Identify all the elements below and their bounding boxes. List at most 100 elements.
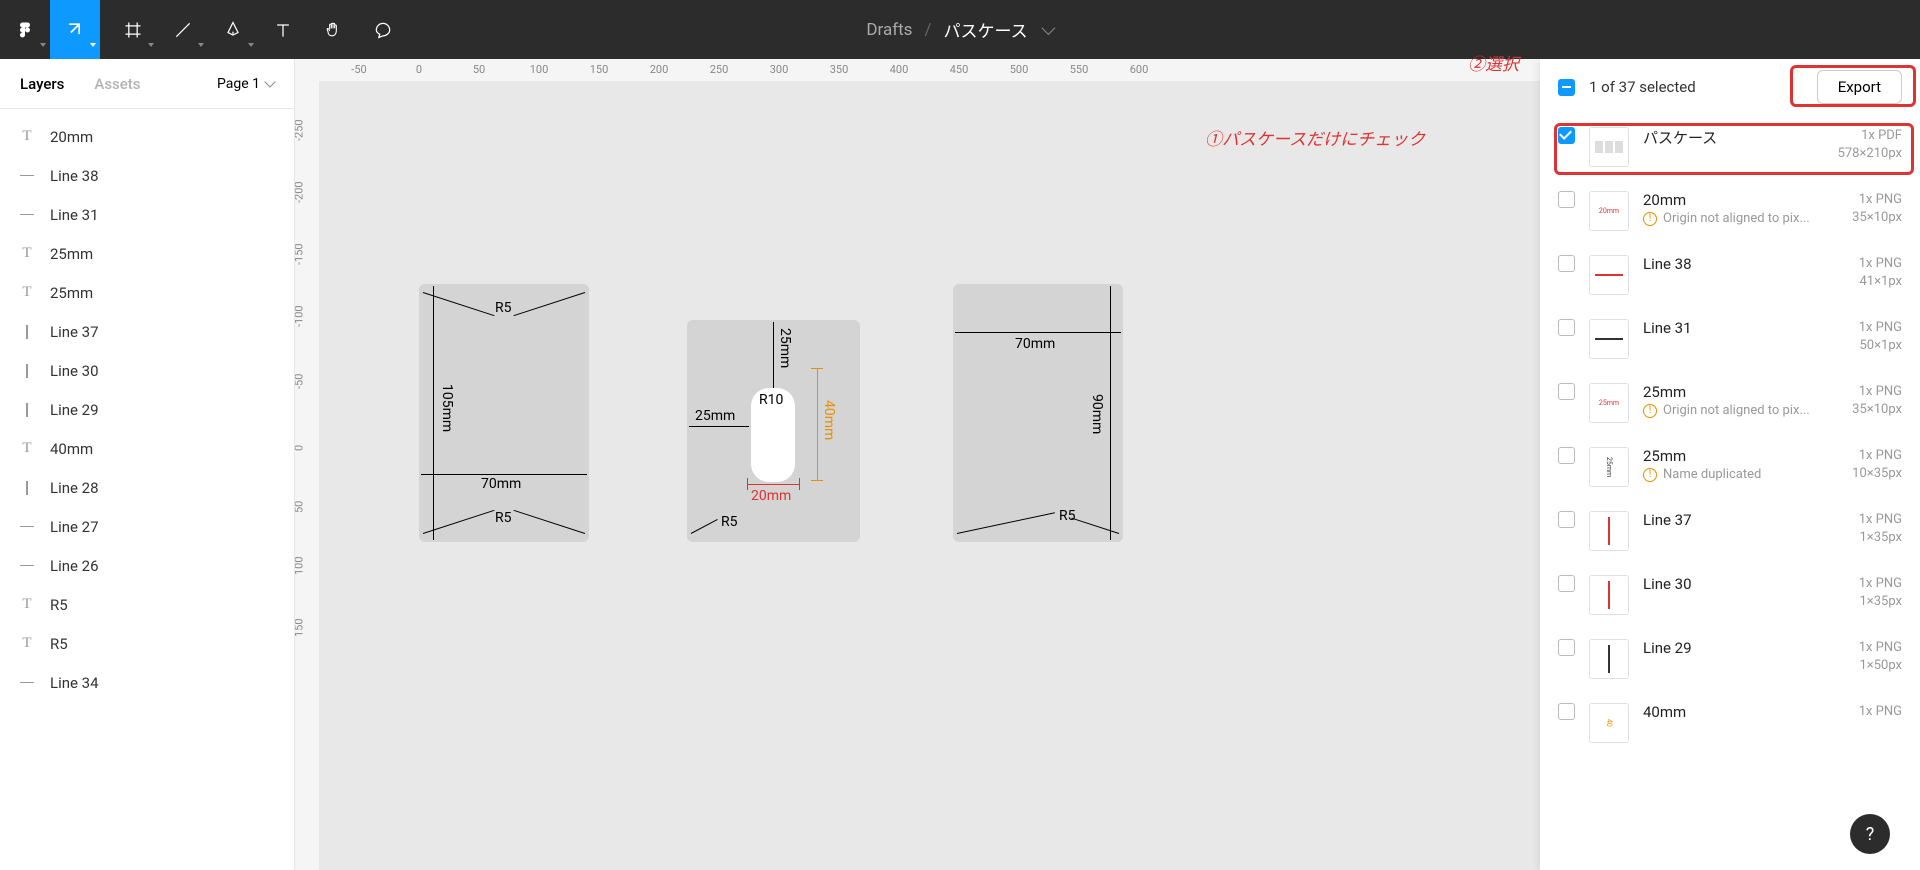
frame-tool[interactable] [108,0,158,59]
warning-icon: ! [1643,212,1657,226]
layer-label: Line 37 [50,323,99,341]
export-item[interactable]: 25mm25mm!Origin not aligned to pix...1x … [1544,371,1916,435]
layer-item[interactable]: Line 34 [0,663,294,702]
export-item[interactable]: Line 301x PNG1×35px [1544,563,1916,627]
export-list[interactable]: パスケース1x PDF578×210px20mm20mm!Origin not … [1540,115,1920,870]
dim-r5: R5 [495,510,512,526]
layer-label: R5 [50,596,68,614]
thumbnail [1589,639,1629,679]
pen-tool[interactable] [208,0,258,59]
thumbnail [1589,319,1629,359]
ruler-vertical: -250-200-150-100-50050100150 [295,81,319,870]
comment-tool[interactable] [358,0,408,59]
export-item-warning: !Origin not aligned to pix... [1643,211,1838,226]
layer-item[interactable]: TR5 [0,624,294,663]
select-all-checkbox[interactable] [1558,79,1575,96]
layer-label: 20mm [50,128,93,146]
export-item-title: 25mm [1643,447,1838,465]
page-selector[interactable]: Page 1 [217,76,274,92]
export-item-checkbox[interactable] [1558,639,1575,656]
line-icon [173,20,193,40]
left-panel: Layers Assets Page 1 T20mmLine 38Line 31… [0,59,295,870]
bar-icon [20,481,34,495]
export-item-meta: 1x PNG50×1px [1859,319,1902,355]
figma-menu[interactable] [0,0,50,59]
export-item[interactable]: 20mm20mm!Origin not aligned to pix...1x … [1544,179,1916,243]
move-tool[interactable] [50,0,100,59]
breadcrumb-file[interactable]: パスケース [943,17,1027,42]
thumbnail [1589,575,1629,615]
layer-item[interactable]: Line 27 [0,507,294,546]
export-item-title: 20mm [1643,191,1838,209]
dim-r5: R5 [721,514,738,530]
canvas[interactable]: R5 105mm 70mm R5 25mm 25mm [319,81,1540,870]
export-item-meta: 1x PNG35×10px [1852,383,1902,419]
canvas-area[interactable]: -50050100150200250300350400450500550600 … [295,59,1540,870]
export-item-checkbox[interactable] [1558,383,1575,400]
tab-layers[interactable]: Layers [20,75,64,93]
hand-tool[interactable] [308,0,358,59]
breadcrumb[interactable]: Drafts / パスケース [866,17,1053,42]
export-item-checkbox[interactable] [1558,575,1575,592]
export-item-checkbox[interactable] [1558,511,1575,528]
help-button[interactable]: ? [1850,814,1890,854]
dash-icon [20,565,34,567]
pen-tool-line[interactable] [158,0,208,59]
layer-label: R5 [50,635,68,653]
frame-2[interactable]: 25mm 25mm 40mm R10 20mm R5 [687,320,860,542]
frame-3[interactable]: 70mm 90mm R5 [953,284,1123,542]
dim-105mm: 105mm [439,384,455,432]
export-item[interactable]: 4040mm1x PNG [1544,691,1916,755]
layer-item[interactable]: T40mm [0,429,294,468]
export-item[interactable]: パスケース1x PDF578×210px [1544,115,1916,179]
text-icon: T [20,245,34,262]
layer-item[interactable]: Line 31 [0,195,294,234]
thumbnail: 25mm [1589,383,1629,423]
layer-item[interactable]: T R5 [0,585,294,624]
text-icon: T [20,596,34,613]
dim-40mm: 40mm [821,400,837,440]
layer-item[interactable]: Line 37 [0,312,294,351]
layer-label: Line 26 [50,557,99,575]
layer-item[interactable]: Line 29 [0,390,294,429]
layer-list[interactable]: T20mmLine 38Line 31T25mmT25mmLine 37Line… [0,109,294,870]
export-item-title: Line 31 [1643,319,1845,337]
export-item-checkbox[interactable] [1558,255,1575,272]
dim-25mm: 25mm [695,408,735,424]
dash-icon [20,214,34,216]
export-item[interactable]: Line 381x PNG41×1px [1544,243,1916,307]
frame-icon [123,20,143,40]
layer-label: Line 28 [50,479,99,497]
layer-item[interactable]: T25mm [0,234,294,273]
export-item-checkbox[interactable] [1558,447,1575,464]
warning-icon: ! [1643,468,1657,482]
chevron-down-icon [264,76,275,87]
text-tool[interactable] [258,0,308,59]
export-item-checkbox[interactable] [1558,127,1575,144]
export-item-checkbox[interactable] [1558,703,1575,720]
layer-item[interactable]: Line 30 [0,351,294,390]
layer-item[interactable]: T25mm [0,273,294,312]
export-item[interactable]: Line 31 1x PNG50×1px [1544,307,1916,371]
export-item-meta: 1x PNG35×10px [1852,191,1902,227]
layer-item[interactable]: Line 28 [0,468,294,507]
dash-icon [20,526,34,528]
chevron-down-icon[interactable] [1042,20,1056,34]
export-item[interactable]: Line 371x PNG1×35px [1544,499,1916,563]
layer-item[interactable]: Line 38 [0,156,294,195]
export-item[interactable]: 25mm25mm!Name duplicated1x PNG10×35px [1544,435,1916,499]
layer-item[interactable]: T20mm [0,117,294,156]
export-item-checkbox[interactable] [1558,319,1575,336]
tab-assets[interactable]: Assets [94,75,140,93]
export-item-title: Line 38 [1643,255,1845,273]
breadcrumb-drafts[interactable]: Drafts [866,20,912,40]
layer-item[interactable]: Line 26 [0,546,294,585]
export-item[interactable]: Line 291x PNG1×50px [1544,627,1916,691]
dim-r5: R5 [1059,508,1076,524]
export-item-warning: !Origin not aligned to pix... [1643,403,1838,418]
frame-1[interactable]: R5 105mm 70mm R5 [419,284,589,542]
export-button[interactable]: Export [1817,70,1902,104]
export-item-checkbox[interactable] [1558,191,1575,208]
thumbnail [1589,255,1629,295]
pen-icon [223,20,243,40]
